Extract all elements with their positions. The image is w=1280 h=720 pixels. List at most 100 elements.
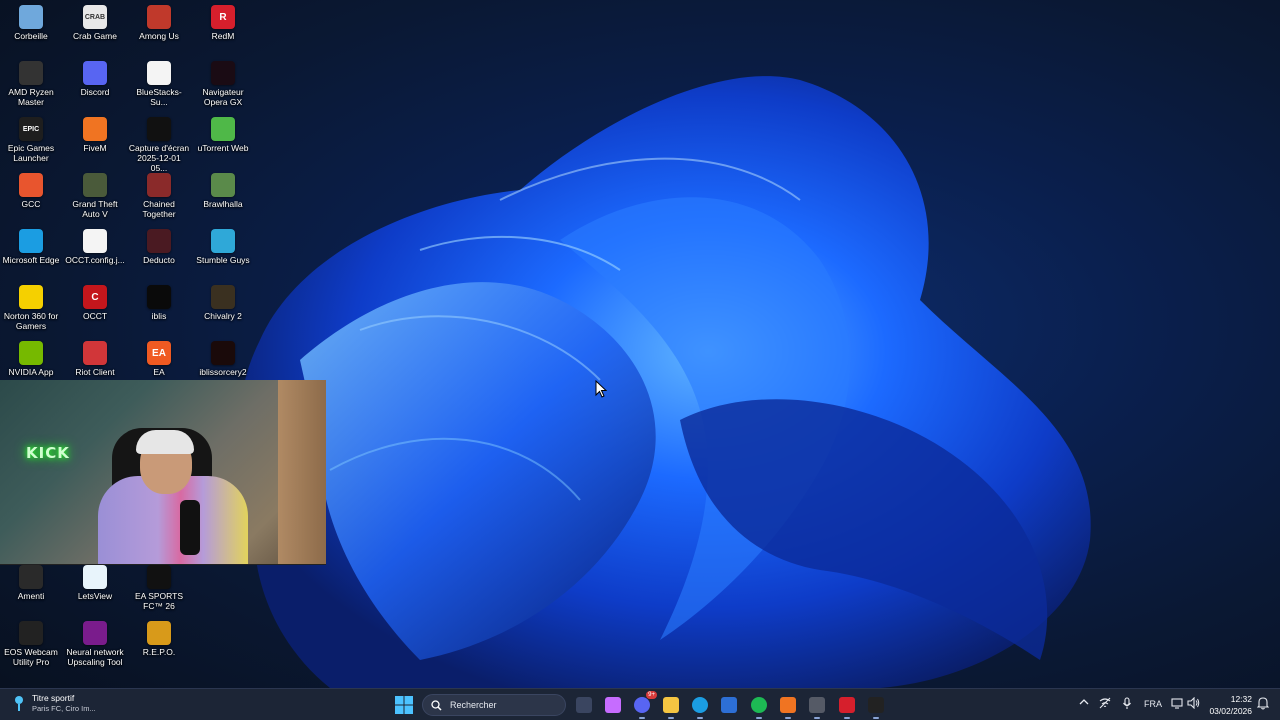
language-indicator[interactable]: FRA xyxy=(1144,699,1162,709)
desktop-icon[interactable]: Chivalry 2 xyxy=(192,285,254,321)
desktop-icon[interactable]: OCCT.config.j... xyxy=(64,229,126,265)
start-button[interactable] xyxy=(394,695,414,715)
nvidia-broadcast-app[interactable] xyxy=(865,694,887,719)
screenshot-file-icon xyxy=(147,117,171,141)
microphone-icon[interactable] xyxy=(1122,697,1132,712)
desktop-icon[interactable]: uTorrent Web xyxy=(192,117,254,153)
desktop-icon-label: LetsView xyxy=(77,591,113,601)
desktop-icon[interactable]: FiveM xyxy=(64,117,126,153)
eos-webcam-icon xyxy=(19,621,43,645)
desktop-icon[interactable]: Stumble Guys xyxy=(192,229,254,265)
desktop-icon[interactable]: Corbeille xyxy=(0,5,62,41)
notification-bell-icon[interactable] xyxy=(1256,697,1270,712)
desktop-icon[interactable]: BlueStacks-Su... xyxy=(128,61,190,107)
desktop-icon[interactable]: R RedM xyxy=(192,5,254,41)
gcc-icon xyxy=(19,173,43,197)
desktop-icon[interactable]: Navigateur Opera GX xyxy=(192,61,254,107)
chained-together-icon xyxy=(147,173,171,197)
desktop-icon[interactable]: Discord xyxy=(64,61,126,97)
desktop-icon[interactable]: NVIDIA App xyxy=(0,341,62,377)
discord-app[interactable]: 9+ xyxy=(631,691,657,719)
desktop-icon-label: RedM xyxy=(211,31,235,41)
desktop-icon[interactable]: Deducto xyxy=(128,229,190,265)
desktop-icon-label: OCCT.config.j... xyxy=(65,255,125,265)
upscaling-tool-icon xyxy=(83,621,107,645)
weather-widget-subtitle: Paris FC, Ciro Im... xyxy=(32,704,96,713)
desktop-icon[interactable]: Chained Together xyxy=(128,173,190,219)
microsoft-store-app[interactable] xyxy=(718,694,740,716)
weather-widget[interactable]: Titre sportif Paris FC, Ciro Im... xyxy=(12,693,96,713)
desktop-icon[interactable]: iblissorcery2 xyxy=(192,341,254,377)
letsview-icon xyxy=(83,565,107,589)
ea-sports-fc-icon xyxy=(147,565,171,589)
spotify-app[interactable] xyxy=(748,694,770,719)
system-clock[interactable]: 12:32 03/02/2026 xyxy=(1204,693,1252,717)
redm-icon: R xyxy=(211,5,235,29)
desktop-icon-label: iblis xyxy=(151,311,167,321)
webcam-person-cap xyxy=(136,430,194,454)
desktop-icon[interactable]: GCC xyxy=(0,173,62,209)
desktop-icon-label: R.E.P.O. xyxy=(142,647,176,657)
gcc-app[interactable] xyxy=(806,694,828,719)
desktop-icon[interactable]: EA SPORTS FC™ 26 xyxy=(128,565,190,611)
desktop-icon[interactable]: Neural network Upscaling Tool xyxy=(64,621,126,667)
desktop-icon-label: Navigateur Opera GX xyxy=(202,87,244,107)
task-view-app[interactable] xyxy=(573,694,595,716)
desktop-icon[interactable]: iblis xyxy=(128,285,190,321)
among-us-icon xyxy=(147,5,171,29)
gta-v-icon xyxy=(83,173,107,197)
stumble-guys-icon xyxy=(211,229,235,253)
mouse-cursor-icon xyxy=(595,380,607,398)
desktop-icon[interactable]: EA EA xyxy=(128,341,190,377)
desktop-icon-label: OCCT xyxy=(82,311,108,321)
desktop-icon[interactable]: Amenti xyxy=(0,565,62,601)
desktop-icon[interactable]: EOS Webcam Utility Pro xyxy=(0,621,62,667)
fivem-app[interactable] xyxy=(777,694,799,719)
spotify-icon xyxy=(751,697,767,713)
riot-client-icon xyxy=(83,341,107,365)
network-disconnected-icon[interactable] xyxy=(1099,697,1111,711)
desktop-icon-label: EA SPORTS FC™ 26 xyxy=(134,591,184,611)
desktop-icon[interactable]: Norton 360 for Gamers xyxy=(0,285,62,331)
repo-icon xyxy=(147,621,171,645)
copilot-icon xyxy=(605,697,621,713)
webcam-microphone xyxy=(180,500,200,555)
search-placeholder: Rechercher xyxy=(450,700,497,710)
discord-icon xyxy=(83,61,107,85)
copilot-app[interactable] xyxy=(602,694,624,716)
desktop-icon[interactable]: CRAB Crab Game xyxy=(64,5,126,41)
file-icon xyxy=(147,61,171,85)
desktop-icon-label: Epic Games Launcher xyxy=(7,143,55,163)
desktop-icon[interactable]: Grand Theft Auto V xyxy=(64,173,126,219)
show-hidden-icons-chevron-icon[interactable] xyxy=(1079,698,1089,708)
desktop-icon[interactable]: R.E.P.O. xyxy=(128,621,190,657)
epic-games-icon: EPIC xyxy=(19,117,43,141)
desktop-icon-label: Among Us xyxy=(139,31,179,41)
desktop-icon-label: EA xyxy=(153,367,165,377)
desktop-icon[interactable]: EPIC Epic Games Launcher xyxy=(0,117,62,163)
search-input[interactable]: Rechercher xyxy=(422,694,566,716)
redm-icon xyxy=(839,697,855,713)
desktop-icon[interactable]: Capture d'écran 2025-12-01 05... xyxy=(128,117,190,173)
desktop-icon[interactable]: Riot Client xyxy=(64,341,126,377)
gcc-icon xyxy=(809,697,825,713)
desktop-icon[interactable]: C OCCT xyxy=(64,285,126,321)
redm-app[interactable] xyxy=(836,694,858,719)
desktop-icon[interactable]: Microsoft Edge xyxy=(0,229,62,265)
edge-app[interactable] xyxy=(689,694,711,719)
webcam-background-door xyxy=(278,380,326,564)
volume-icon[interactable] xyxy=(1187,696,1200,711)
desktop-icon[interactable]: AMD Ryzen Master xyxy=(0,61,62,107)
desktop-icon-label: Crab Game xyxy=(73,31,117,41)
file-explorer-app[interactable] xyxy=(660,694,682,719)
desktop-icon-label: Deducto xyxy=(143,255,175,265)
desktop-icon[interactable]: Brawlhalla xyxy=(192,173,254,209)
display-icon[interactable] xyxy=(1171,697,1183,711)
brawlhalla-icon xyxy=(211,173,235,197)
desktop-icon-label: Chained Together xyxy=(142,199,176,219)
nvidia-icon xyxy=(19,341,43,365)
desktop-icon[interactable]: Among Us xyxy=(128,5,190,41)
desktop-icon[interactable]: LetsView xyxy=(64,565,126,601)
amd-ryzen-master-icon xyxy=(19,61,43,85)
desktop-icon-label: Riot Client xyxy=(75,367,115,377)
